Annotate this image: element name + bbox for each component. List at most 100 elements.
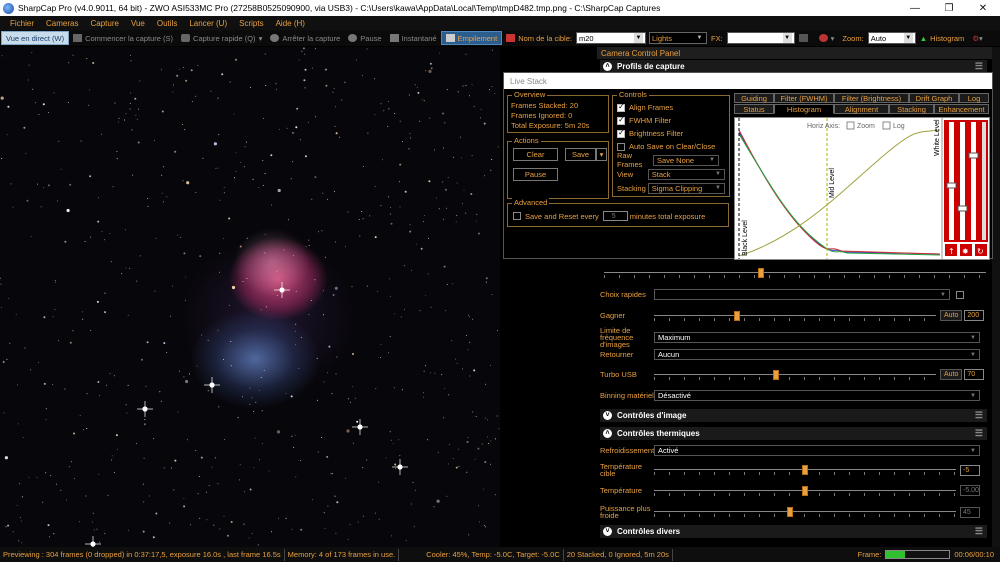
live-view-button[interactable]: Vue en direct (W): [1, 31, 70, 45]
save-reset-minutes-input[interactable]: 5: [602, 211, 628, 221]
section-thermal-controls[interactable]: ˄ Contrôles thermiques ☰: [600, 427, 987, 440]
tab-status[interactable]: Status: [734, 104, 774, 114]
clear-button[interactable]: Clear: [513, 148, 558, 161]
frame-rate-select[interactable]: Maximum ▼: [654, 332, 980, 343]
turbo-auto-button[interactable]: Auto: [940, 369, 963, 380]
menu-file[interactable]: Fichier: [4, 19, 40, 28]
star: [395, 468, 396, 470]
save-button[interactable]: Save: [565, 148, 596, 161]
star: [434, 372, 436, 374]
fx-select[interactable]: ▼: [726, 32, 795, 44]
star: [228, 217, 231, 220]
menu-tools[interactable]: Outils: [151, 19, 183, 28]
pause-stack-button[interactable]: Pause: [513, 168, 558, 181]
star: [1, 55, 3, 57]
minimize-button[interactable]: —: [898, 0, 932, 16]
star: [347, 538, 349, 540]
pause-button[interactable]: Pause: [344, 31, 385, 45]
star: [485, 281, 487, 283]
turbo-usb-slider[interactable]: [654, 369, 936, 380]
settings-button[interactable]: ⚙ ▾: [968, 31, 987, 45]
save-reset-checkbox[interactable]: [513, 212, 521, 220]
menu-cameras[interactable]: Cameras: [40, 19, 84, 28]
star: [321, 230, 323, 232]
save-options-button[interactable]: ▾: [596, 148, 607, 161]
slider-thumb[interactable]: [758, 268, 764, 278]
histogram-button[interactable]: ▲ Histogram: [916, 31, 969, 45]
tab-enhancement[interactable]: Enhancement: [934, 104, 989, 114]
maximize-button[interactable]: ❐: [932, 0, 966, 16]
sharpcap-logo-icon: [3, 2, 14, 14]
section-image-controls[interactable]: ˅ Contrôles d'image ☰: [600, 409, 987, 422]
tab-filter-fwhm[interactable]: Filter (FWHM): [774, 93, 834, 103]
gain-slider[interactable]: [654, 310, 936, 321]
star: [336, 501, 339, 504]
menu-help[interactable]: Aide (H): [270, 19, 311, 28]
tab-guiding[interactable]: Guiding: [734, 93, 774, 103]
frame-type-select[interactable]: Lights ▼: [648, 32, 707, 44]
hamburger-icon[interactable]: ☰: [975, 410, 983, 421]
cooling-select[interactable]: Activé ▼: [654, 445, 980, 456]
menu-view[interactable]: Vue: [125, 19, 151, 28]
align-frames-checkbox[interactable]: [617, 102, 625, 112]
section-misc-controls[interactable]: ˅ Contrôles divers ☰: [600, 525, 987, 538]
tab-drift-graph[interactable]: Drift Graph: [909, 93, 959, 103]
slider[interactable]: [604, 268, 986, 278]
quick-choice-checkbox[interactable]: [956, 290, 964, 299]
quick-choice-select[interactable]: ▼: [654, 289, 950, 300]
fwhm-filter-checkbox[interactable]: [617, 115, 625, 125]
quick-capture-button[interactable]: Capture rapide (Q) ▾: [177, 31, 266, 45]
start-capture-button[interactable]: Commencer la capture (S): [69, 31, 177, 45]
star: [470, 193, 473, 195]
star: [484, 461, 487, 463]
target-temp-slider-thumb[interactable]: [802, 465, 808, 475]
menu-scripts[interactable]: Scripts: [233, 19, 269, 28]
hamburger-icon[interactable]: ☰: [975, 526, 983, 537]
horiz-axis-label: Horiz Axis:: [807, 123, 840, 130]
tab-log[interactable]: Log: [959, 93, 989, 103]
live-stack-title: Live Stack: [504, 73, 992, 89]
gain-slider-thumb[interactable]: [734, 310, 740, 321]
gain-value[interactable]: 200: [964, 310, 985, 321]
star: [455, 221, 457, 223]
zoom-select[interactable]: Auto ▼: [867, 32, 916, 44]
target-name-input[interactable]: m20 ▼: [575, 32, 646, 44]
raw-frames-select[interactable]: Save None ▼: [653, 154, 719, 166]
star: [6, 134, 8, 136]
view-select[interactable]: Stack ▼: [647, 168, 725, 180]
star: [249, 488, 252, 491]
binning-select[interactable]: Désactivé ▼: [654, 390, 980, 401]
tab-filter-brightness[interactable]: Filter (Brightness): [834, 93, 909, 103]
flip-select[interactable]: Aucun ▼: [654, 349, 980, 360]
panel-scrollbar[interactable]: [992, 47, 1000, 547]
star: [23, 126, 26, 129]
tab-alignment[interactable]: Alignment: [834, 104, 889, 114]
star: [331, 393, 333, 394]
stacking-select[interactable]: Sigma Clipping ▼: [647, 182, 725, 194]
target-temp-value[interactable]: -5: [960, 464, 980, 476]
stop-capture-button[interactable]: Arrêter la capture: [266, 31, 344, 45]
snapshot-button[interactable]: Instantané: [386, 31, 441, 45]
color-picker-button[interactable]: [795, 31, 815, 45]
hamburger-icon[interactable]: ☰: [975, 428, 983, 439]
turbo-usb-value[interactable]: 70: [964, 369, 985, 380]
menu-launch[interactable]: Lancer (U): [183, 19, 233, 28]
target-temp-slider[interactable]: [654, 465, 956, 475]
star: [446, 495, 448, 497]
close-button[interactable]: ✕: [966, 0, 1000, 16]
live-stack-button[interactable]: Empilement: [440, 31, 503, 45]
reticle-button[interactable]: ▾: [815, 31, 839, 45]
tab-stacking[interactable]: Stacking: [889, 104, 934, 114]
window-title: SharpCap Pro (v4.0.9011, 64 bit) - ZWO A…: [18, 3, 661, 13]
gain-auto-button[interactable]: Auto: [940, 310, 963, 321]
auto-save-checkbox[interactable]: [617, 142, 625, 151]
histogram-view[interactable]: Black Level Mid Level White Level Horiz …: [734, 117, 990, 260]
camera-preview-image[interactable]: [0, 47, 500, 547]
menu-capture[interactable]: Capture: [84, 19, 124, 28]
turbo-usb-slider-thumb[interactable]: [773, 369, 779, 380]
brightness-filter-checkbox[interactable]: [617, 128, 625, 138]
star: [2, 361, 5, 363]
tab-histogram[interactable]: Histogram: [774, 104, 834, 114]
hamburger-icon[interactable]: ☰: [975, 61, 983, 72]
star: [66, 499, 67, 501]
